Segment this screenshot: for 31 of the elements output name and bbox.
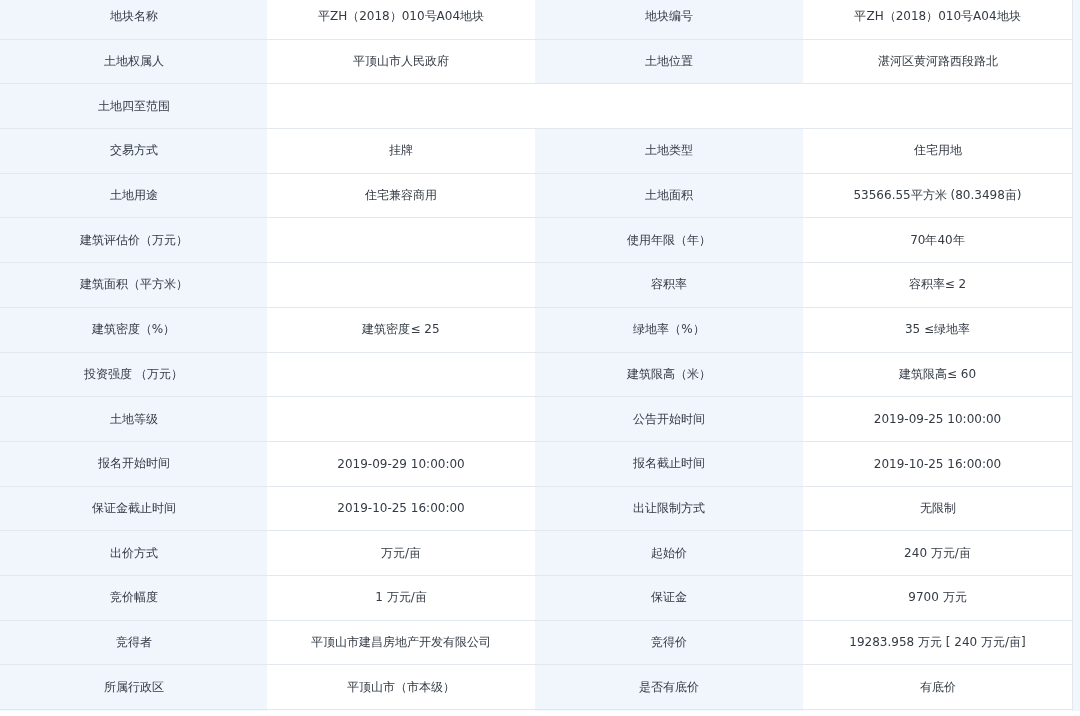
field-label: 保证金截止时间 [0,486,267,532]
field-label: 保证金 [535,575,803,621]
field-label: 地块名称 [0,0,267,40]
field-label: 建筑面积（平方米） [0,263,267,308]
field-label: 土地位置 [535,39,803,85]
field-label: 容积率 [535,263,803,308]
field-label: 竞得者 [0,620,267,666]
field-label: 建筑评估价（万元） [0,218,267,264]
field-label: 交易方式 [0,129,267,174]
field-label: 投资强度 （万元） [0,352,267,398]
field-label: 所属行政区 [0,665,267,710]
field-label: 绿地率（%） [535,307,803,353]
field-label: 是否有底价 [535,665,803,710]
field-label: 建筑限高（米） [535,352,803,398]
field-label: 土地等级 [0,397,267,442]
field-label: 报名开始时间 [0,441,267,487]
field-label: 土地权属人 [0,39,267,85]
field-label: 使用年限（年） [535,218,803,264]
field-label: 公告开始时间 [535,397,803,442]
field-label: 出价方式 [0,531,267,576]
field-label: 土地四至范围 [0,84,267,130]
field-label: 地块编号 [535,0,803,40]
field-label: 报名截止时间 [535,441,803,487]
field-label: 土地用途 [0,173,267,219]
field-label: 竞得价 [535,620,803,666]
field-label: 出让限制方式 [535,486,803,532]
field-label: 土地类型 [535,129,803,174]
field-label: 土地面积 [535,173,803,219]
field-label: 起始价 [535,531,803,576]
field-label: 建筑密度（%） [0,307,267,353]
field-label: 竞价幅度 [0,575,267,621]
